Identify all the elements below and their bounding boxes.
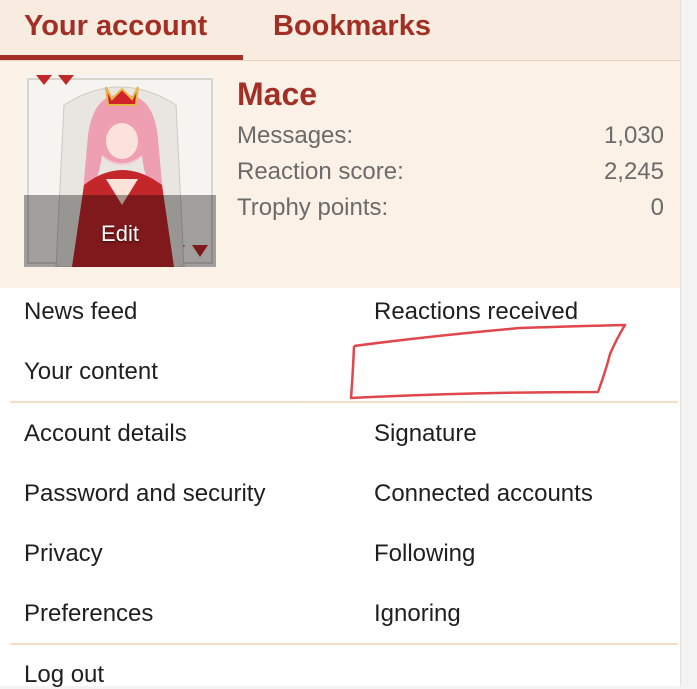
link-connected-accounts[interactable]: Connected accounts xyxy=(374,480,593,508)
avatar-edit-label[interactable]: Edit xyxy=(24,221,216,247)
link-account-details[interactable]: Account details xyxy=(24,420,187,448)
tab-bookmarks[interactable]: Bookmarks xyxy=(273,10,431,43)
stat-value: 2,245 xyxy=(603,158,664,185)
link-news-feed[interactable]: News feed xyxy=(24,298,137,326)
stat-label: Trophy points: xyxy=(237,194,389,221)
link-your-content[interactable]: Your content xyxy=(24,358,158,386)
link-reactions-received[interactable]: Reactions received xyxy=(374,298,578,326)
link-password-security[interactable]: Password and security xyxy=(24,480,265,508)
stat-label: Messages: xyxy=(237,122,354,149)
stat-trophy-points: Trophy points: 0 xyxy=(237,194,664,222)
link-signature[interactable]: Signature xyxy=(374,420,477,448)
stat-reaction-score: Reaction score: 2,245 xyxy=(237,158,664,186)
account-popup-menu: Your account Bookmarks Edit Mace Message… xyxy=(0,0,681,689)
link-privacy[interactable]: Privacy xyxy=(24,540,103,568)
menu-divider xyxy=(10,643,678,645)
link-ignoring[interactable]: Ignoring xyxy=(374,600,461,628)
link-log-out[interactable]: Log out xyxy=(24,661,104,689)
stat-messages: Messages: 1,030 xyxy=(237,122,664,150)
active-tab-indicator xyxy=(0,55,243,60)
username[interactable]: Mace xyxy=(237,76,317,113)
tab-bar: Your account Bookmarks xyxy=(0,0,680,61)
link-preferences[interactable]: Preferences xyxy=(24,600,153,628)
link-following[interactable]: Following xyxy=(374,540,475,568)
profile-summary: Edit Mace Messages: 1,030 Reaction score… xyxy=(0,61,680,288)
stat-value: 1,030 xyxy=(603,122,664,149)
stat-value: 0 xyxy=(650,194,664,221)
stat-label: Reaction score: xyxy=(237,158,404,185)
avatar[interactable]: Edit xyxy=(24,75,216,267)
tab-your-account[interactable]: Your account xyxy=(24,10,207,43)
menu-divider xyxy=(10,401,678,403)
